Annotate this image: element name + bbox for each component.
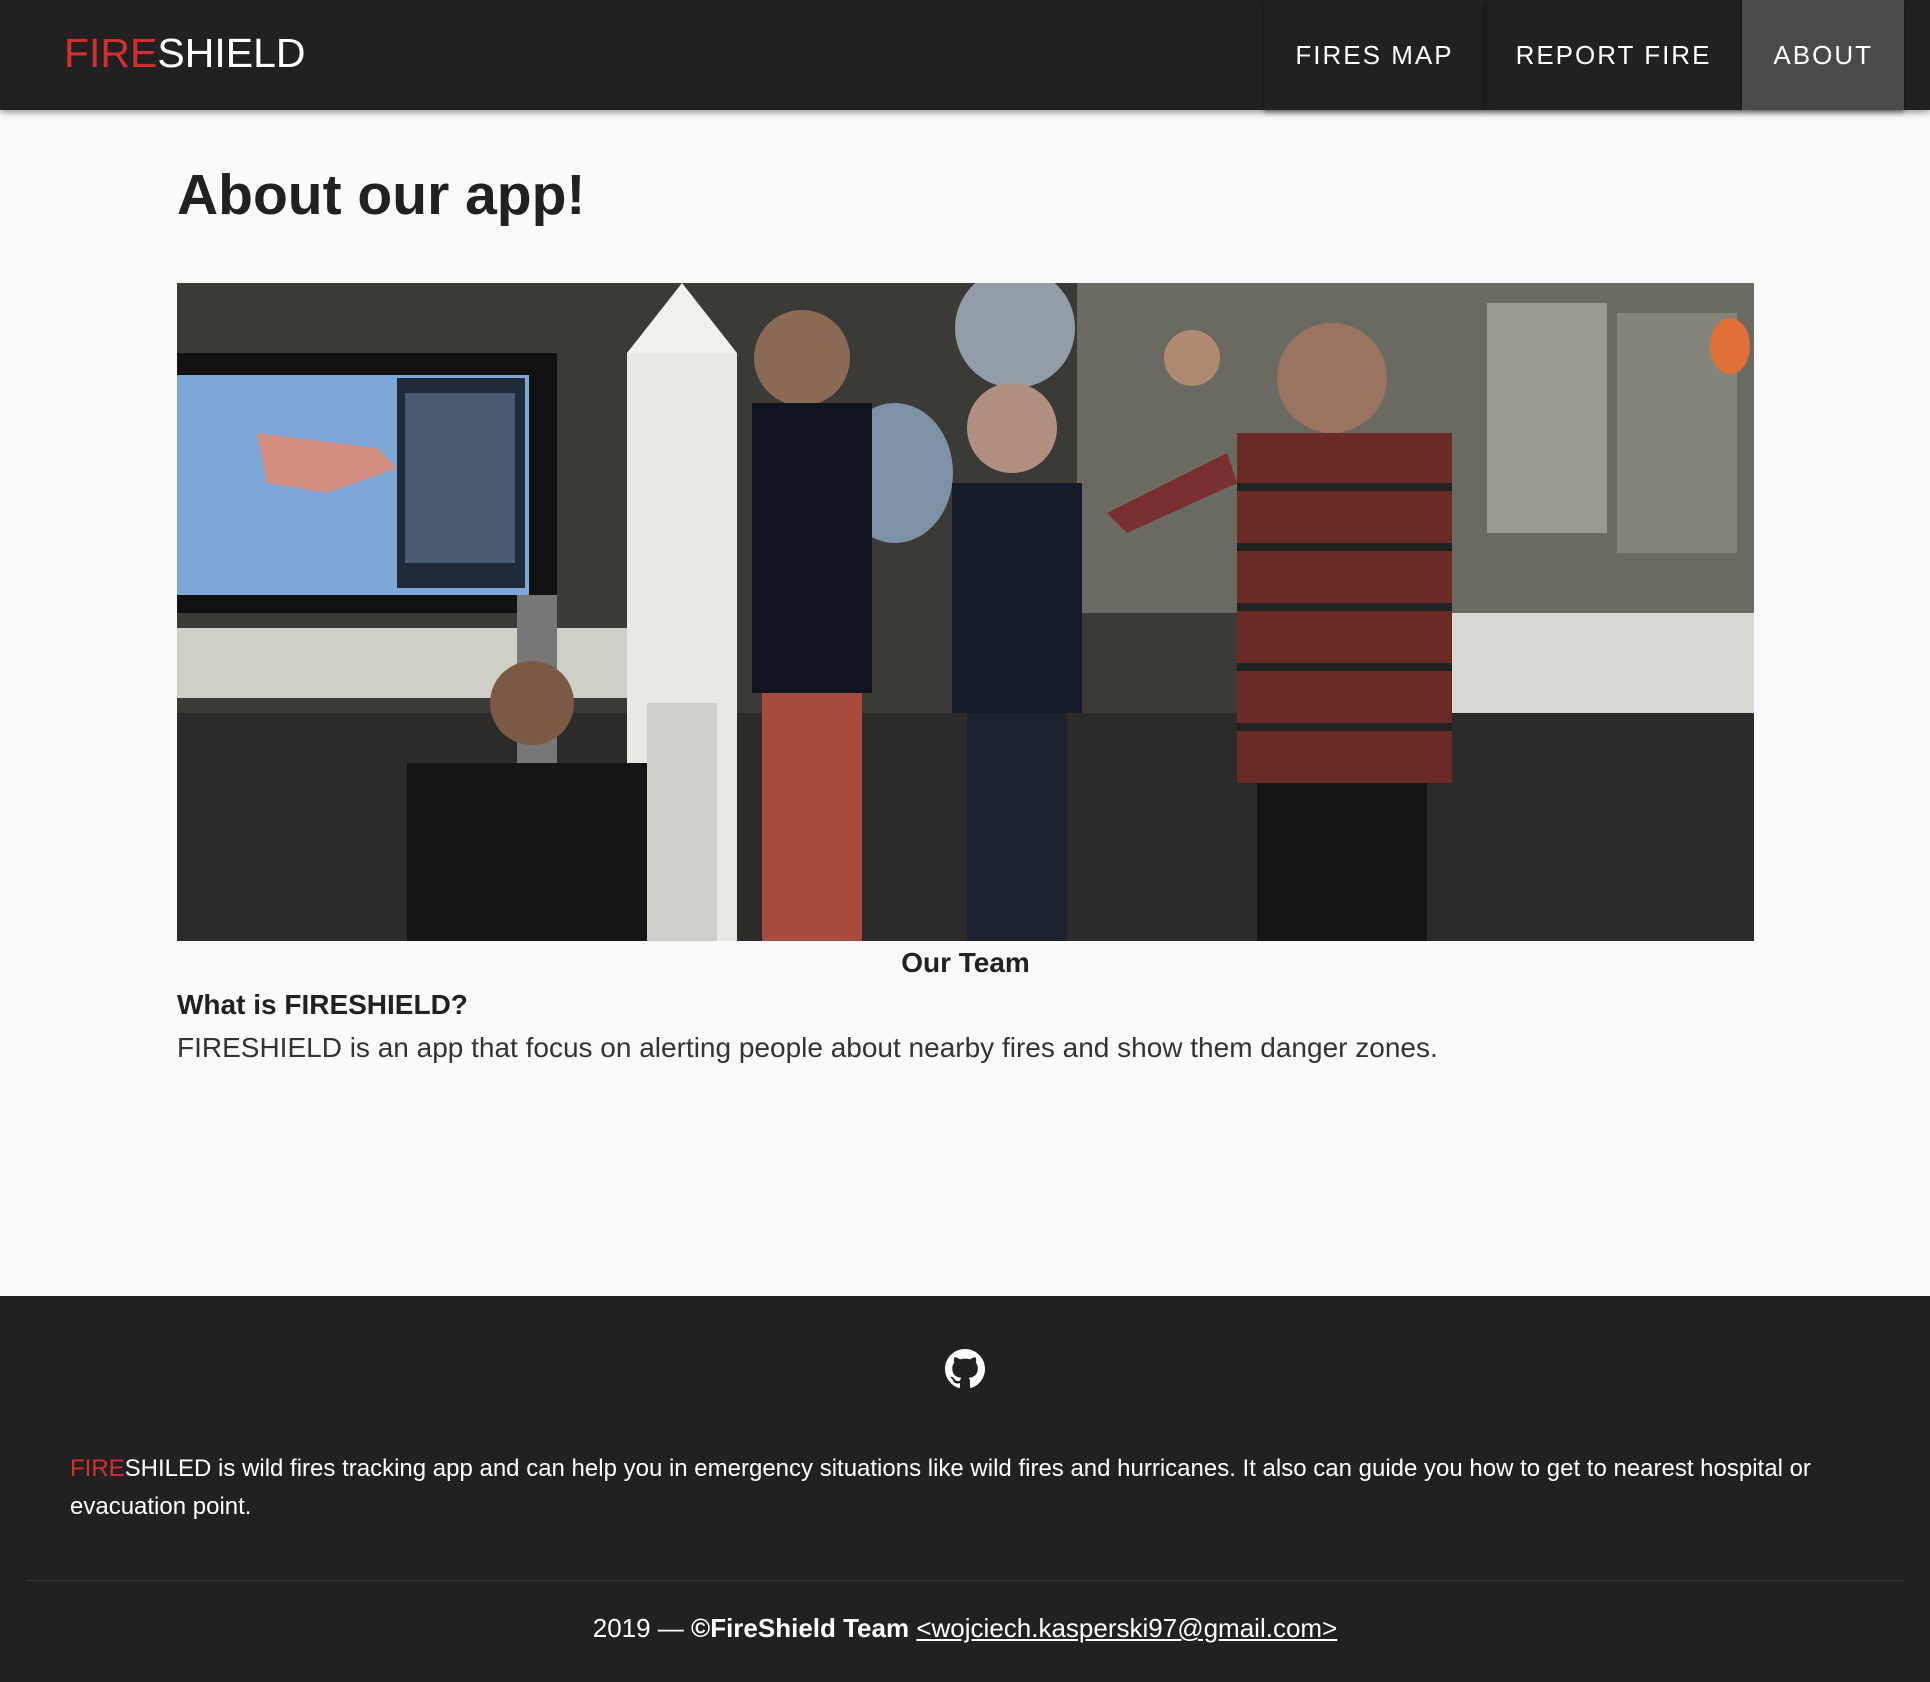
github-icon	[945, 1349, 985, 1389]
contact-email-link[interactable]: <wojciech.kasperski97@gmail.com>	[916, 1613, 1337, 1643]
nav-about[interactable]: ABOUT	[1742, 0, 1904, 110]
section-subtitle: What is FIRESHIELD?	[177, 987, 468, 1023]
brand-fire-text: FIRE	[64, 30, 158, 76]
github-link[interactable]	[945, 1349, 985, 1389]
brand-logo[interactable]: FIRESHIELD	[64, 28, 306, 78]
nav-fires-map[interactable]: FIRES MAP	[1264, 0, 1484, 110]
copyright-year: 2019 —	[592, 1613, 692, 1643]
copyright-team: ©FireShield Team	[691, 1613, 910, 1643]
photo-caption: Our Team	[901, 947, 1030, 978]
team-photo-image	[177, 283, 1754, 941]
footer-text-body: is wild fires tracking app and can help …	[70, 1455, 1811, 1520]
subtitle-brand: FIRESHIELD?	[284, 989, 468, 1020]
main-nav: FIRES MAP REPORT FIRE ABOUT	[1264, 0, 1904, 110]
brand-shield-text: SHIELD	[157, 30, 306, 76]
subtitle-prefix: What is	[177, 989, 285, 1020]
footer-divider	[26, 1580, 1904, 1581]
nav-report-fire[interactable]: REPORT FIRE	[1485, 0, 1743, 110]
footer-copyright: 2019 — ©FireShield Team <wojciech.kasper…	[0, 1610, 1930, 1646]
footer-description: FIRESHILED is wild fires tracking app an…	[70, 1450, 1860, 1526]
footer-brand-red: FIRE	[70, 1455, 125, 1482]
app-description: FIRESHIELD is an app that focus on alert…	[177, 1032, 1438, 1063]
top-navbar: FIRESHIELD FIRES MAP REPORT FIRE ABOUT	[0, 0, 1930, 110]
page-title: About our app!	[177, 163, 586, 227]
team-photo	[177, 283, 1754, 941]
footer-brand-white: SHILED	[124, 1455, 212, 1482]
